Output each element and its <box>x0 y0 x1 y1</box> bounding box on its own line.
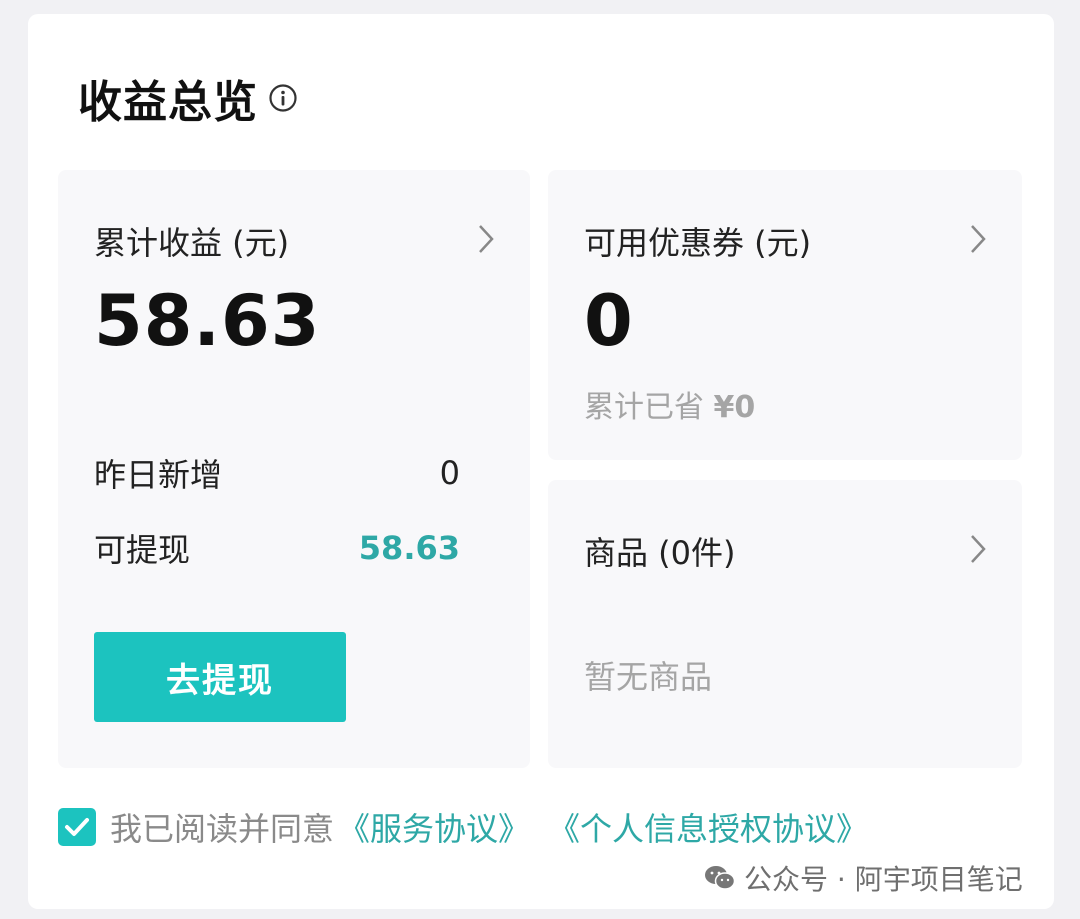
coupons-panel[interactable]: 可用优惠券 (元) 0 累计已省 ¥0 <box>548 170 1022 460</box>
goods-label: 商品 (0件) <box>584 534 736 572</box>
watermark: 公众号 · 阿宇项目笔记 <box>704 858 1023 898</box>
yesterday-value: 0 <box>439 454 460 492</box>
earnings-overview-card: 收益总览 累计收益 (元) 58.63 昨日新增 0 可提现 58.63 去提现… <box>28 14 1054 909</box>
coupons-value: 0 <box>584 280 634 362</box>
wechat-icon <box>704 864 736 892</box>
agreement-prefix: 我已阅读并同意 <box>110 810 335 848</box>
earnings-panel[interactable]: 累计收益 (元) 58.63 昨日新增 0 可提现 58.63 去提现 <box>58 170 530 768</box>
saved-value: ¥0 <box>713 390 756 425</box>
privacy-agreement-link[interactable]: 《个人信息授权协议》 <box>548 804 868 850</box>
earnings-label: 累计收益 (元) <box>94 224 290 262</box>
coupons-label: 可用优惠券 (元) <box>584 224 812 262</box>
chevron-right-icon[interactable] <box>968 532 988 566</box>
saved-row: 累计已省 ¥0 <box>584 382 755 426</box>
title-row: 收益总览 <box>78 66 298 130</box>
watermark-text: 公众号 · 阿宇项目笔记 <box>744 863 1023 896</box>
goods-empty-text: 暂无商品 <box>584 658 713 696</box>
withdraw-button[interactable]: 去提现 <box>94 632 346 722</box>
earnings-total: 58.63 <box>94 280 321 362</box>
withdrawable-label: 可提现 <box>94 531 191 569</box>
info-circle-icon[interactable] <box>268 83 298 113</box>
agreement-checkbox[interactable] <box>58 808 96 846</box>
agreement-row: 我已阅读并同意 《服务协议》 《个人信息授权协议》 <box>58 804 868 850</box>
yesterday-label: 昨日新增 <box>94 456 223 494</box>
goods-panel[interactable]: 商品 (0件) 暂无商品 <box>548 480 1022 768</box>
withdrawable-row: 可提现 58.63 <box>94 525 460 571</box>
service-agreement-link[interactable]: 《服务协议》 <box>338 804 530 850</box>
chevron-right-icon[interactable] <box>476 222 496 256</box>
saved-label: 累计已省 <box>584 390 704 425</box>
withdrawable-value: 58.63 <box>358 529 460 567</box>
chevron-right-icon[interactable] <box>968 222 988 256</box>
page-title: 收益总览 <box>78 77 258 128</box>
yesterday-row: 昨日新增 0 <box>94 450 460 496</box>
